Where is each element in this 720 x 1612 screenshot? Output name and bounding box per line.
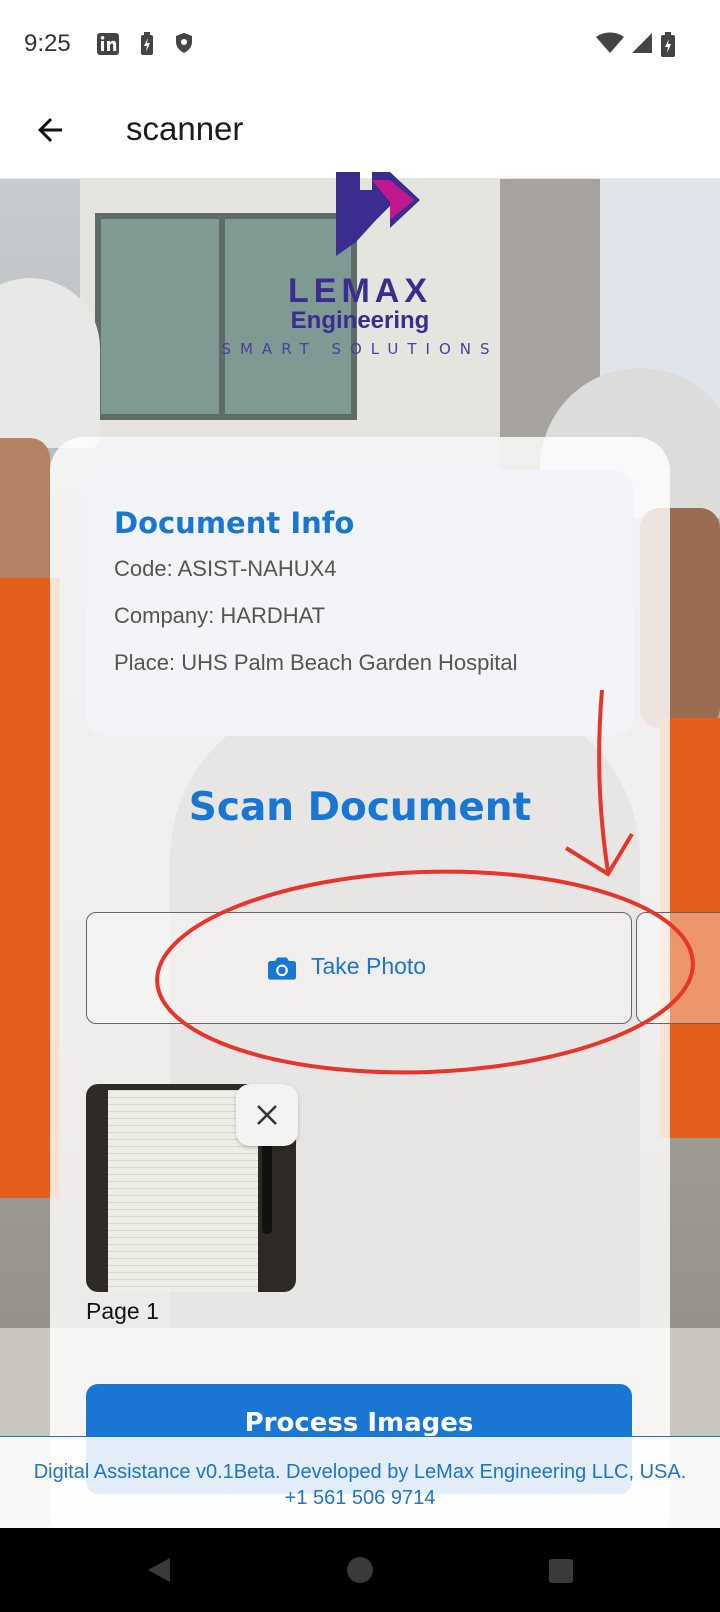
- remove-page-button[interactable]: [236, 1084, 298, 1146]
- arrow-back-icon[interactable]: [32, 112, 68, 148]
- take-photo-button[interactable]: Take Photo: [86, 912, 632, 1024]
- logo-line-1: LEMAX: [288, 272, 432, 310]
- battery-icon: [661, 32, 675, 57]
- logo-line-2: Engineering: [290, 307, 430, 334]
- document-info-panel: Document Info Code: ASIST-NAHUX4 Company…: [86, 470, 634, 736]
- company-logo: LEMAX Engineering SMART SOLUTIONS: [210, 172, 510, 372]
- footer-text: Digital Assistance v0.1Beta. Developed b…: [33, 1461, 687, 1509]
- page-label: Page 1: [86, 1298, 159, 1324]
- nav-back-icon[interactable]: [146, 1556, 172, 1584]
- document-info-heading: Document Info: [114, 506, 355, 540]
- system-nav-bar: [0, 1528, 720, 1612]
- document-company: Company: HARDHAT: [114, 603, 326, 628]
- status-time: 9:25: [24, 30, 71, 57]
- status-bar: 9:25: [0, 0, 720, 90]
- process-images-label: Process Images: [244, 1408, 474, 1438]
- take-photo-label: Take Photo: [311, 953, 427, 979]
- logo-mark-icon: [336, 172, 420, 256]
- footer: Digital Assistance v0.1Beta. Developed b…: [0, 1436, 720, 1529]
- close-icon: [257, 1105, 277, 1125]
- document-code: Code: ASIST-NAHUX4: [114, 556, 337, 581]
- nav-recents-icon[interactable]: [548, 1558, 574, 1584]
- shield-icon: [176, 33, 192, 53]
- nav-home-icon[interactable]: [346, 1556, 374, 1584]
- camera-icon: [268, 957, 296, 980]
- document-place: Place: UHS Palm Beach Garden Hospital: [114, 650, 518, 675]
- logo-line-3: SMART SOLUTIONS: [221, 340, 499, 358]
- wifi-icon: [596, 32, 624, 53]
- app-bar: scanner: [0, 90, 720, 179]
- linkedin-icon: [97, 33, 119, 55]
- scan-document-title: Scan Document: [188, 785, 532, 830]
- signal-icon: [632, 33, 652, 53]
- battery-saver-icon: [141, 32, 153, 55]
- page-title: scanner: [126, 110, 244, 147]
- secondary-button[interactable]: [636, 912, 720, 1024]
